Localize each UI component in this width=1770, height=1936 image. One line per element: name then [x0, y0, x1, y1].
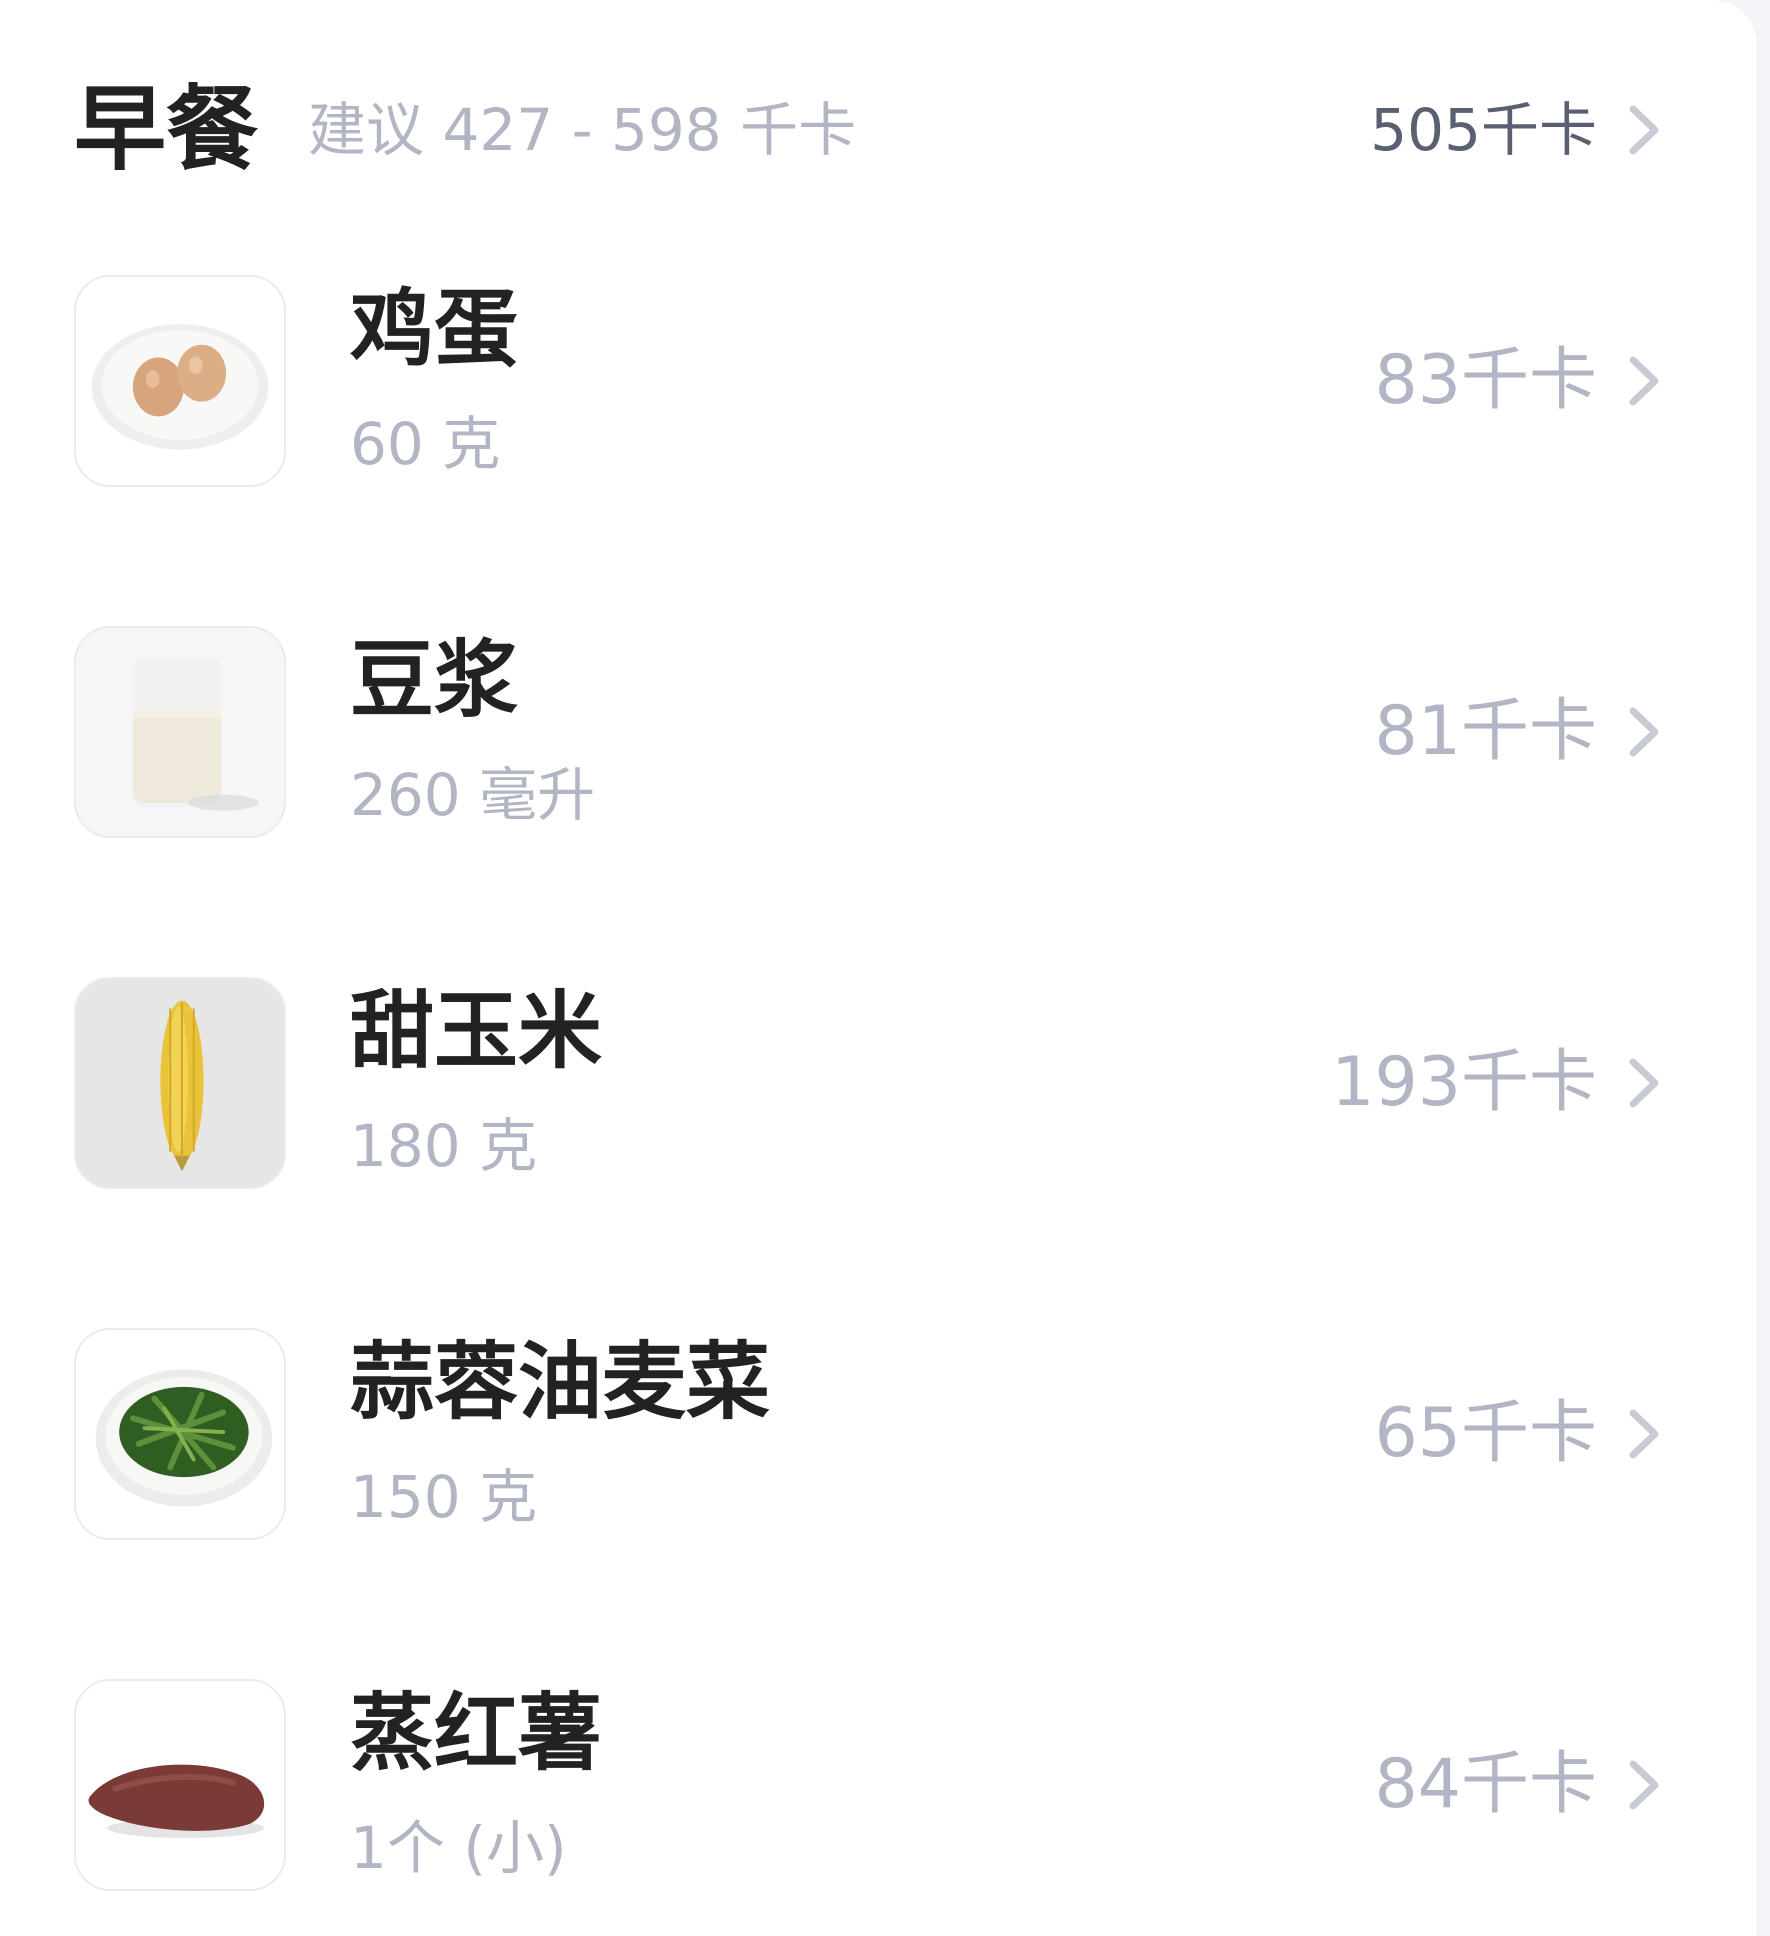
food-item-sweet-potato[interactable]: 蒸红薯 1个 (小) 84千卡: [74, 1678, 1661, 1892]
food-item-garlic-lettuce[interactable]: 蒜蓉油麦菜 150 克 65千卡: [74, 1327, 1661, 1541]
food-image-sweet-potato: [74, 1679, 286, 1891]
food-amount: 150 克: [350, 1463, 538, 1531]
food-amount: 180 克: [350, 1112, 538, 1180]
food-item-egg[interactable]: 鸡蛋 60 克 83千卡: [74, 274, 1661, 488]
food-name: 鸡蛋: [350, 280, 519, 378]
chevron-right-icon: [1627, 705, 1661, 759]
food-image-soy-milk: [74, 626, 286, 838]
food-name: 蒸红薯: [350, 1684, 603, 1782]
food-name: 甜玉米: [350, 982, 603, 1080]
food-kcal: 193千卡: [1331, 1043, 1597, 1122]
calorie-suggestion: 建议 427 - 598 千卡: [308, 96, 857, 164]
food-name: 蒜蓉油麦菜: [350, 1333, 771, 1431]
food-kcal: 84千卡: [1374, 1745, 1597, 1824]
food-image-corn: [74, 977, 286, 1189]
meal-total-link[interactable]: 505千卡: [1370, 101, 1661, 159]
food-kcal: 81千卡: [1374, 692, 1597, 771]
food-kcal: 83千卡: [1374, 341, 1597, 420]
food-name: 豆浆: [350, 631, 519, 729]
chevron-right-icon: [1627, 1056, 1661, 1110]
chevron-right-icon: [1627, 1407, 1661, 1461]
meal-card: 早餐 建议 427 - 598 千卡 505千卡 鸡蛋 60 克 83千卡 豆浆…: [0, 0, 1757, 1936]
food-item-soy-milk[interactable]: 豆浆 260 毫升 81千卡: [74, 625, 1661, 839]
food-amount: 1个 (小): [350, 1814, 567, 1882]
chevron-right-icon: [1627, 1758, 1661, 1812]
food-item-sweet-corn[interactable]: 甜玉米 180 克 193千卡: [74, 976, 1661, 1190]
meal-title: 早餐: [74, 76, 259, 183]
chevron-right-icon: [1627, 103, 1661, 157]
chevron-right-icon: [1627, 354, 1661, 408]
meal-header[interactable]: 早餐 建议 427 - 598 千卡 505千卡: [74, 80, 1661, 180]
food-image-lettuce: [74, 1328, 286, 1540]
food-kcal: 65千卡: [1374, 1394, 1597, 1473]
meal-total-kcal: 505千卡: [1370, 96, 1597, 164]
food-amount: 260 毫升: [350, 761, 596, 829]
food-amount: 60 克: [350, 410, 501, 478]
food-image-eggs: [74, 275, 286, 487]
